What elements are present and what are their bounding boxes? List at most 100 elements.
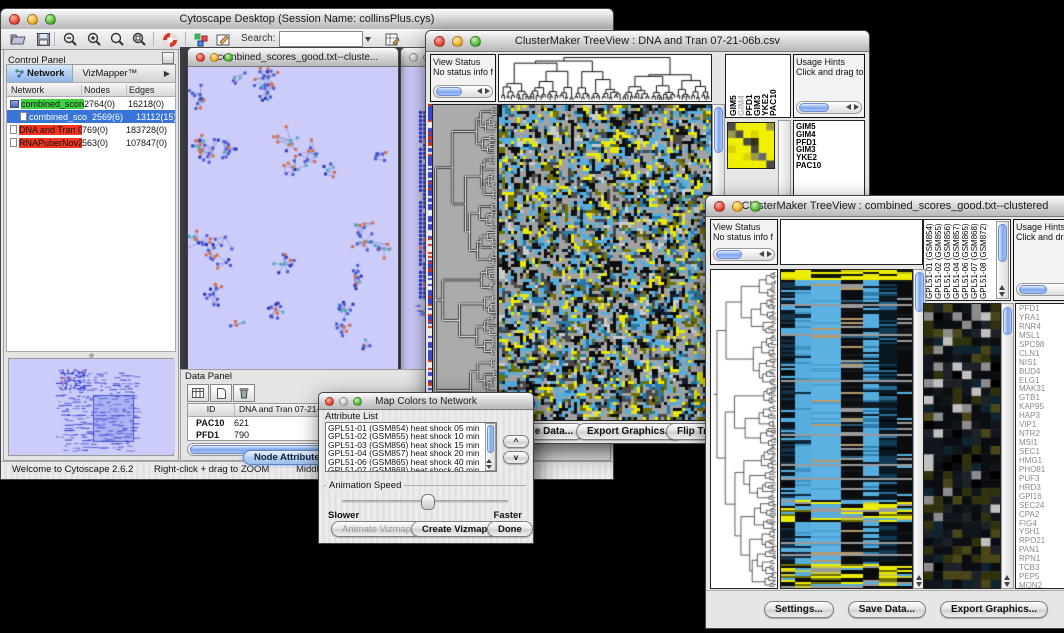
- main-titlebar[interactable]: Cytoscape Desktop (Session Name: collins…: [1, 9, 613, 30]
- gpl-col-label[interactable]: GPL51-01 (GSM854): [926, 221, 935, 299]
- network-table-header[interactable]: Network Nodes Edges: [7, 83, 175, 97]
- gpl-col-label[interactable]: GPL51-06 (GSM865): [962, 221, 971, 299]
- zoom-col-label[interactable]: YKE2: [761, 56, 769, 116]
- zoom-selected-icon[interactable]: [106, 31, 128, 48]
- close-button[interactable]: [9, 14, 20, 25]
- gene-label[interactable]: CLN1: [1019, 350, 1064, 359]
- gpl-col-label[interactable]: GPL51-03 (GSM856): [944, 221, 953, 299]
- network-overview-canvas[interactable]: [9, 359, 175, 453]
- zoom-col-label[interactable]: GIM4: [737, 56, 745, 116]
- attribute-item[interactable]: GPL51-03 (GSM856) heat shock 15 min: [328, 441, 496, 449]
- row-dendrogram-panel[interactable]: [710, 269, 778, 589]
- row-dendrogram-panel[interactable]: [432, 104, 498, 421]
- gene-label[interactable]: SEC24: [1019, 502, 1064, 511]
- close-button[interactable]: [196, 53, 205, 62]
- gene-label[interactable]: SEC1: [1019, 448, 1064, 457]
- gene-label[interactable]: BUD4: [1019, 368, 1064, 377]
- row-dendrogram-canvas[interactable]: [433, 105, 497, 420]
- move-up-button[interactable]: ^: [503, 435, 529, 448]
- network-list-row[interactable]: RNAPuberNov2+I 563(0) 107847(0): [7, 136, 175, 149]
- annotation-icon[interactable]: [212, 31, 234, 48]
- attribute-item[interactable]: GPL51-06 (GSM865) heat shock 40 min: [328, 458, 496, 466]
- network-view-canvas-a[interactable]: [188, 67, 396, 369]
- window-a-titlebar[interactable]: combined_scores_good.txt--cluste...: [188, 48, 398, 67]
- gene-label[interactable]: YSH1: [1019, 528, 1064, 537]
- gene-label[interactable]: NTR2: [1019, 430, 1064, 439]
- zoom-col-label[interactable]: GIM3: [753, 56, 761, 116]
- zoom-button[interactable]: [353, 397, 362, 406]
- dialog-titlebar[interactable]: Map Colors to Network: [319, 393, 533, 410]
- gene-label[interactable]: SPC98: [1019, 341, 1064, 350]
- zoom-col-label[interactable]: PAC10: [769, 56, 777, 116]
- global-heatmap-canvas[interactable]: [781, 270, 912, 588]
- vizmapper-icon[interactable]: [190, 31, 212, 48]
- gene-label[interactable]: TCB3: [1019, 564, 1064, 573]
- attribute-item[interactable]: GPL51-02 (GSM855) heat shock 10 min: [328, 432, 496, 440]
- close-button[interactable]: [434, 36, 445, 47]
- minimize-button[interactable]: [452, 36, 463, 47]
- gene-label[interactable]: MSI1: [1019, 439, 1064, 448]
- zoom-col-label[interactable]: PFD1: [745, 56, 753, 116]
- gene-label[interactable]: MON2: [1019, 582, 1064, 589]
- gene-label[interactable]: RPN1: [1019, 555, 1064, 564]
- attribute-item[interactable]: GPL51-04 (GSM857) heat shock 20 min: [328, 449, 496, 457]
- minimize-button[interactable]: [27, 14, 38, 25]
- gene-label[interactable]: HMG1: [1019, 457, 1064, 466]
- zoom-out-icon[interactable]: [59, 31, 81, 48]
- create-vizmap-button[interactable]: Create Vizmap: [411, 521, 498, 537]
- gene-label[interactable]: PHO81: [1019, 466, 1064, 475]
- zoom-button[interactable]: [45, 14, 56, 25]
- settings-button[interactable]: Settings...: [764, 601, 834, 618]
- zoom-button[interactable]: [224, 53, 233, 62]
- gene-label[interactable]: GTB1: [1019, 394, 1064, 403]
- list-vscrollbar[interactable]: [485, 423, 496, 471]
- attribute-listbox[interactable]: GPL51-01 (GSM854) heat shock 05 minGPL51…: [325, 422, 497, 472]
- gene-label[interactable]: HRD3: [1019, 484, 1064, 493]
- table-edit-icon[interactable]: [381, 31, 403, 48]
- gene-label[interactable]: YRA1: [1019, 314, 1064, 323]
- network-list-row[interactable]: DNA and Tran 07 769(0) 183728(0): [7, 123, 175, 136]
- gpl-col-label[interactable]: GPL51-02 (GSM855): [935, 221, 944, 299]
- tab-vizmapper[interactable]: VizMapper™: [73, 68, 146, 79]
- gene-label[interactable]: KAP95: [1019, 403, 1064, 412]
- zoom-button[interactable]: [750, 201, 761, 212]
- column-dendrogram-canvas[interactable]: [499, 55, 711, 101]
- view-status-hscroll[interactable]: [433, 85, 493, 98]
- float-panel-icon[interactable]: [162, 52, 174, 64]
- help-icon[interactable]: [159, 31, 181, 48]
- view-status-hscroll[interactable]: [713, 248, 775, 261]
- zoom-fit-icon[interactable]: [128, 31, 150, 48]
- column-dendrogram-panel[interactable]: [780, 219, 923, 265]
- gene-label[interactable]: PUF3: [1019, 475, 1064, 484]
- global-heatmap-panel[interactable]: [498, 104, 712, 421]
- global-heatmap-panel[interactable]: [780, 269, 913, 589]
- treeview1-titlebar[interactable]: ClusterMaker TreeView : DNA and Tran 07-…: [426, 31, 869, 52]
- zoom-button[interactable]: [470, 36, 481, 47]
- zoom-heatmap-panel[interactable]: [923, 303, 1001, 589]
- gene-label[interactable]: RNR4: [1019, 323, 1064, 332]
- zoom-row-label[interactable]: PAC10: [796, 162, 864, 170]
- save-data-button[interactable]: Save Data...: [848, 601, 926, 618]
- gene-label[interactable]: ELG1: [1019, 377, 1064, 386]
- gene-label[interactable]: FIG4: [1019, 520, 1064, 529]
- network-list-row[interactable]: combined_sco 2569(6) 13112(15): [7, 110, 175, 123]
- zoom-heatmap-panel[interactable]: [727, 122, 775, 169]
- move-down-button[interactable]: v: [503, 451, 529, 464]
- zoom-heatmap-canvas[interactable]: [728, 123, 774, 168]
- column-dendrogram-panel[interactable]: [498, 54, 712, 102]
- tab-overflow-button[interactable]: ▶: [159, 69, 175, 78]
- close-button[interactable]: [325, 397, 334, 406]
- delete-attribute-icon[interactable]: [233, 384, 255, 402]
- gene-label[interactable]: MAK31: [1019, 385, 1064, 394]
- network-list-row[interactable]: combined_scores 2764(0) 16218(0): [7, 97, 175, 110]
- usage-hints-hscroll[interactable]: [1016, 283, 1064, 296]
- done-button[interactable]: Done: [487, 521, 533, 537]
- gene-label[interactable]: CPA2: [1019, 511, 1064, 520]
- gene-label[interactable]: PFD1: [1019, 305, 1064, 314]
- search-input[interactable]: [279, 31, 363, 47]
- network-overview-panel[interactable]: [8, 358, 174, 456]
- row-dendrogram-canvas[interactable]: [711, 270, 777, 588]
- gpl-vscrollbar[interactable]: [996, 221, 1009, 299]
- zoom-heatmap-canvas[interactable]: [924, 304, 1000, 588]
- gene-label[interactable]: PAN1: [1019, 546, 1064, 555]
